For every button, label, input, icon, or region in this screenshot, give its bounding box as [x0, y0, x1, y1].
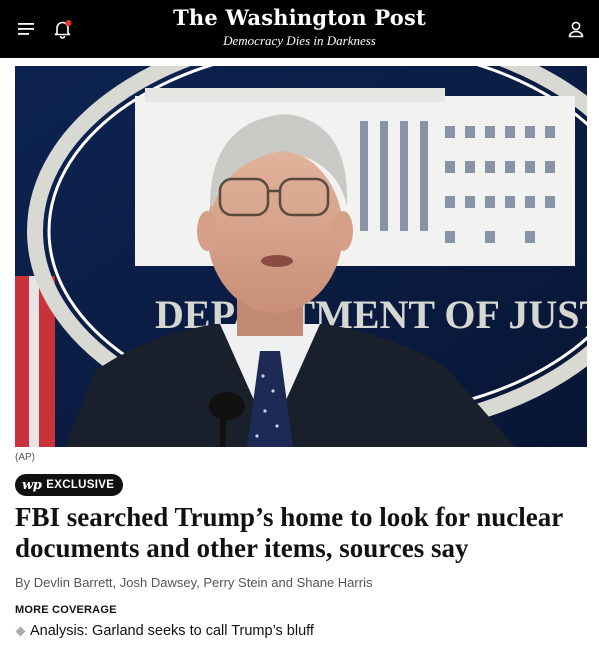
badge-label: EXCLUSIVE	[46, 479, 115, 491]
author-link[interactable]: Perry Stein	[203, 575, 267, 590]
hero-image[interactable]: DEPARTMENT OF JUSTICE	[15, 66, 587, 447]
photo-credit: (AP)	[15, 452, 35, 463]
user-icon[interactable]	[563, 16, 589, 42]
top-nav-bar: The Washington Post Democracy Dies in Da…	[0, 0, 599, 58]
wp-logo-icon: wp	[22, 477, 42, 493]
related-article-title[interactable]: Analysis: Garland seeks to call Trump’s …	[30, 623, 314, 639]
masthead[interactable]: The Washington Post Democracy Dies in Da…	[0, 4, 599, 48]
byline-separator: ,	[112, 575, 120, 590]
article-headline[interactable]: FBI searched Trump’s home to look for nu…	[15, 502, 587, 564]
author-link[interactable]: Shane Harris	[297, 575, 373, 590]
byline-separator: and	[267, 575, 297, 590]
more-coverage-label: MORE COVERAGE	[15, 604, 117, 616]
exclusive-badge: wp EXCLUSIVE	[15, 474, 124, 496]
byline: By Devlin Barrett, Josh Dawsey, Perry St…	[15, 575, 372, 590]
byline-prefix: By	[15, 575, 34, 590]
related-article-link[interactable]: Analysis: Garland seeks to call Trump’s …	[15, 623, 314, 639]
diamond-bullet-icon	[15, 626, 26, 636]
site-logo[interactable]: The Washington Post	[0, 4, 599, 32]
author-link[interactable]: Josh Dawsey	[120, 575, 196, 590]
site-tagline: Democracy Dies in Darkness	[223, 33, 376, 48]
author-link[interactable]: Devlin Barrett	[34, 575, 113, 590]
